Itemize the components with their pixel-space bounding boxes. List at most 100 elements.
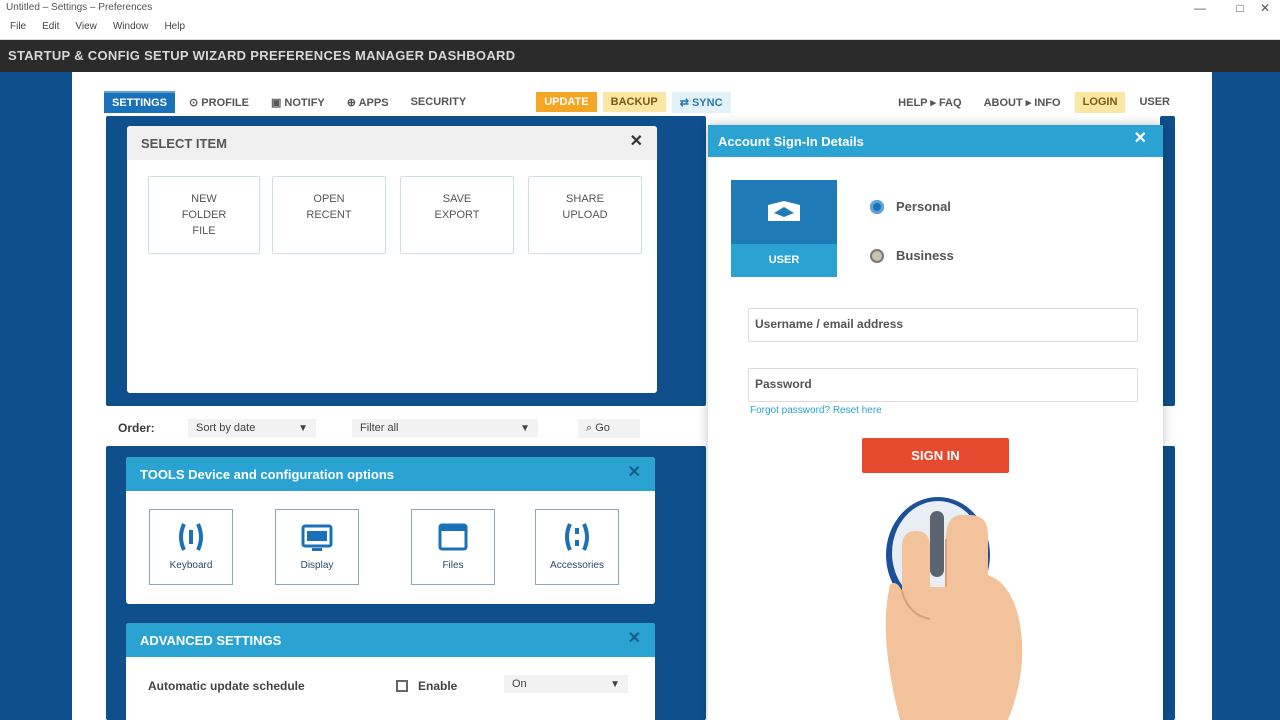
window-icon xyxy=(438,523,468,551)
chevron-down-icon: ▼ xyxy=(610,678,620,690)
sort-select[interactable]: Sort by date ▼ xyxy=(188,419,316,437)
tile-new-line1: NEW xyxy=(191,193,217,205)
close-icon[interactable]: ✕ xyxy=(630,134,643,150)
schedule-select[interactable]: On ▼ xyxy=(504,675,628,693)
tool-display-label: Display xyxy=(300,560,334,571)
window-title-bar: Untitled – Settings – Preferences xyxy=(0,0,1280,18)
advanced-settings-panel: ADVANCED SETTINGS ✕ Automatic update sch… xyxy=(126,623,655,720)
tab-about[interactable]: ABOUT ▸ INFO xyxy=(976,92,1069,113)
select-item-title: SELECT ITEM xyxy=(141,135,227,151)
tile-new-line3: FILE xyxy=(192,225,216,237)
sort-select-value: Sort by date xyxy=(196,422,256,434)
tab-backup[interactable]: BACKUP xyxy=(602,92,666,112)
radio-unselected-icon xyxy=(870,248,884,263)
menu-edit[interactable]: Edit xyxy=(42,21,59,36)
password-placeholder: Password xyxy=(755,377,812,391)
tab-help[interactable]: HELP ▸ FAQ xyxy=(890,92,969,113)
radio-personal-label: Personal xyxy=(896,199,951,214)
menu-window[interactable]: Window xyxy=(113,21,149,36)
id-card-icon xyxy=(768,201,800,221)
tile-save[interactable]: SAVE EXPORT xyxy=(400,176,514,254)
tools-header: TOOLS Device and configuration options ✕ xyxy=(126,457,655,491)
user-card-label: USER xyxy=(731,244,837,277)
tile-share[interactable]: SHARE UPLOAD xyxy=(528,176,642,254)
advanced-settings-title: ADVANCED SETTINGS xyxy=(140,632,282,648)
user-card[interactable]: USER xyxy=(731,180,837,277)
tile-open[interactable]: OPEN RECENT xyxy=(272,176,386,254)
radio-business-label: Business xyxy=(896,248,954,263)
filter-row: Order: Sort by date ▼ Filter all ▼ ⌕ Go xyxy=(106,412,706,444)
enable-option-label: Enable xyxy=(418,679,458,693)
radio-business[interactable]: Business xyxy=(870,248,954,263)
forgot-password-link[interactable]: Forgot password? Reset here xyxy=(750,405,882,416)
bracket-icon xyxy=(179,523,203,551)
select-item-panel: SELECT ITEM ✕ NEW FOLDER FILE OPEN RECEN… xyxy=(127,126,657,393)
window-title: Untitled – Settings – Preferences xyxy=(6,2,153,13)
toolbar-text: STARTUP & CONFIG SETUP WIZARD PREFERENCE… xyxy=(8,48,516,63)
menu-file[interactable]: File xyxy=(10,21,26,36)
advanced-settings-header: ADVANCED SETTINGS ✕ xyxy=(126,623,655,657)
chevron-down-icon: ▼ xyxy=(298,422,308,434)
tab-login[interactable]: LOGIN xyxy=(1074,91,1126,113)
tile-new[interactable]: NEW FOLDER FILE xyxy=(148,176,260,254)
tile-save-line1: SAVE xyxy=(442,193,472,205)
close-icon[interactable]: ✕ xyxy=(628,465,641,481)
menu-view[interactable]: View xyxy=(75,21,97,36)
username-field[interactable]: Username / email address xyxy=(748,308,1138,342)
order-label: Order: xyxy=(118,421,155,435)
tool-files[interactable]: Files xyxy=(411,509,495,585)
password-field[interactable]: Password xyxy=(748,368,1138,402)
username-placeholder: Username / email address xyxy=(755,317,904,331)
tool-accessories-label: Accessories xyxy=(550,560,604,571)
tab-notify[interactable]: ▣ NOTIFY xyxy=(263,92,333,113)
tool-keyboard-label: Keyboard xyxy=(169,560,213,571)
minimize-button[interactable]: — xyxy=(1180,0,1220,18)
enable-option[interactable]: Enable xyxy=(396,679,457,693)
tile-new-line2: FOLDER xyxy=(181,209,227,221)
chevron-down-icon: ▼ xyxy=(520,422,530,434)
search-button[interactable]: ⌕ Go xyxy=(578,418,640,438)
sign-in-header: Account Sign-In Details ✕ xyxy=(708,125,1163,157)
tile-save-line2: EXPORT xyxy=(434,209,480,221)
tile-open-line2: RECENT xyxy=(306,209,352,221)
tile-share-line2: UPLOAD xyxy=(562,209,608,221)
tab-apps[interactable]: ⊕ APPS xyxy=(339,92,397,113)
tab-strip: SETTINGS ⊙ PROFILE ▣ NOTIFY ⊕ APPS SECUR… xyxy=(104,90,1184,114)
tab-strip-right: HELP ▸ FAQ ABOUT ▸ INFO LOGIN USER xyxy=(890,91,1184,113)
search-button-label: ⌕ Go xyxy=(586,421,610,434)
select-item-header: SELECT ITEM ✕ xyxy=(127,126,657,160)
sign-in-button[interactable]: SIGN IN xyxy=(862,438,1009,473)
tool-display[interactable]: Display xyxy=(275,509,359,585)
update-schedule-label: Automatic update schedule xyxy=(148,679,305,693)
hand-mouse-icon xyxy=(885,497,1023,720)
tab-profile[interactable]: ⊙ PROFILE xyxy=(181,92,257,113)
tab-sync[interactable]: ⇄ SYNC xyxy=(671,91,731,113)
close-window-button[interactable]: ✕ xyxy=(1250,0,1280,18)
filter-select[interactable]: Filter all ▼ xyxy=(352,419,538,437)
tab-update[interactable]: UPDATE xyxy=(536,92,597,112)
menu-help[interactable]: Help xyxy=(164,21,185,36)
tab-security[interactable]: SECURITY xyxy=(403,92,475,112)
tool-files-label: Files xyxy=(442,560,464,571)
user-card-icon-area xyxy=(731,180,837,244)
radio-selected-icon xyxy=(870,199,884,214)
tile-share-line1: SHARE xyxy=(566,193,604,205)
checkbox-icon xyxy=(396,680,408,692)
bracket-icon xyxy=(565,523,589,551)
sign-in-panel: Account Sign-In Details ✕ USER Personal … xyxy=(708,125,1163,720)
close-icon[interactable]: ✕ xyxy=(1134,131,1147,147)
app-toolbar: STARTUP & CONFIG SETUP WIZARD PREFERENCE… xyxy=(0,40,1280,72)
tile-open-line1: OPEN xyxy=(313,193,345,205)
filter-select-value: Filter all xyxy=(360,422,399,434)
tool-keyboard[interactable]: Keyboard xyxy=(149,509,233,585)
sign-in-title: Account Sign-In Details xyxy=(718,133,864,149)
radio-personal[interactable]: Personal xyxy=(870,199,951,214)
close-icon[interactable]: ✕ xyxy=(628,631,641,647)
tool-accessories[interactable]: Accessories xyxy=(535,509,619,585)
tab-user[interactable]: USER xyxy=(1131,92,1178,113)
tab-settings[interactable]: SETTINGS xyxy=(104,91,176,113)
monitor-icon xyxy=(301,524,333,551)
tools-title: TOOLS Device and configuration options xyxy=(140,466,395,482)
tools-panel: TOOLS Device and configuration options ✕… xyxy=(126,457,655,604)
menu-bar: File Edit View Window Help xyxy=(0,18,1280,40)
